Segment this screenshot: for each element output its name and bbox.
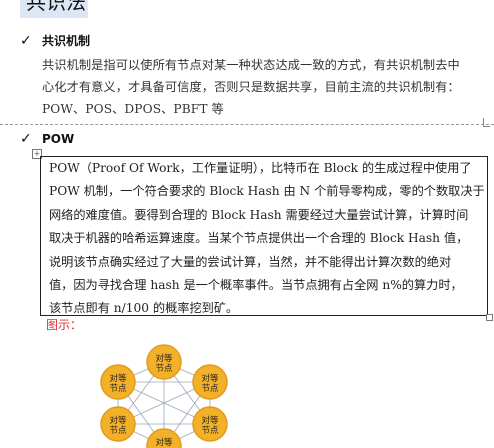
peer-node-label: 节点 — [109, 426, 127, 436]
paragraph-line: 取决于机器的哈希运算速度。当某个节点提供出一个合理的 Block Hash 值， — [49, 231, 469, 246]
peer-node-label: 对等 — [155, 437, 173, 448]
paragraph-line: 该节点即有 n/100 的概率挖到矿。 — [49, 301, 239, 316]
peer-node-label: 对等 — [201, 415, 219, 426]
resize-handle[interactable] — [486, 314, 493, 321]
peer-node: 对等节点 — [192, 364, 228, 400]
section-title: POW — [42, 132, 75, 146]
paragraph-line: 网络的难度值。要得到合理的 Block Hash 需要经过大量尝试计算，计算时间 — [49, 207, 469, 222]
paragraph-line: 共识机制是指可以使所有节点对某一种状态达成一致的方式，有共识机制去中 — [42, 58, 460, 72]
consensus-paragraph: 共识机制是指可以使所有节点对某一种状态达成一致的方式，有共识机制去中 心化才有意… — [42, 54, 484, 120]
paragraph-mark — [483, 118, 490, 127]
peer-node-label: 节点 — [109, 384, 127, 394]
pow-textbox[interactable]: POW（Proof Of Work，工作量证明），比特币在 Block 的生成过… — [40, 156, 488, 316]
section-heading-pow: ✓ POW — [20, 131, 74, 147]
peer-node-label: 节点 — [155, 364, 173, 374]
peer-node: 对等节点 — [146, 428, 182, 448]
peer-node-label: 对等 — [201, 373, 219, 384]
section-title: 共识机制 — [42, 34, 91, 48]
checkmark-icon: ✓ — [20, 131, 32, 147]
peer-node: 对等节点 — [192, 406, 228, 442]
section-separator — [0, 124, 494, 125]
paragraph-line: POW（Proof Of Work，工作量证明），比特币在 Block 的生成过… — [49, 161, 472, 175]
paragraph-line: 心化才有意义，才具备可信度，否则只是数据共享，目前主流的共识机制有： — [42, 80, 460, 94]
top-heading: 共识法 — [20, 0, 88, 18]
paragraph-line: POW、POS、DPOS、PBFT 等 — [42, 102, 224, 116]
peer-network-diagram: 对等节点对等节点对等节点对等节点对等节点对等节点 — [100, 344, 228, 448]
peer-node-label: 对等 — [109, 373, 127, 384]
peer-node: 对等节点 — [146, 344, 182, 380]
paragraph-line: 说明该节点确实经过了大量的尝试计算，当然，并不能得出计算次数的绝对 — [49, 254, 452, 269]
peer-node-label: 对等 — [155, 353, 173, 364]
peer-node-label: 节点 — [201, 426, 219, 436]
peer-node: 对等节点 — [100, 364, 136, 400]
figure-label: 图示： — [46, 318, 83, 332]
checkmark-icon: ✓ — [20, 32, 32, 49]
paragraph-line: POW 机制，一个符合要求的 Block Hash 由 N 个前导零构成，零的个… — [49, 184, 485, 199]
peer-node: 对等节点 — [100, 406, 136, 442]
peer-node-label: 节点 — [201, 384, 219, 394]
section-heading-consensus: ✓ 共识机制 — [20, 32, 90, 49]
paragraph-line: 值，因为寻找合理 hash 是一个概率事件。当节点拥有占全网 n%的算力时， — [49, 278, 463, 293]
peer-node-label: 对等 — [109, 415, 127, 426]
